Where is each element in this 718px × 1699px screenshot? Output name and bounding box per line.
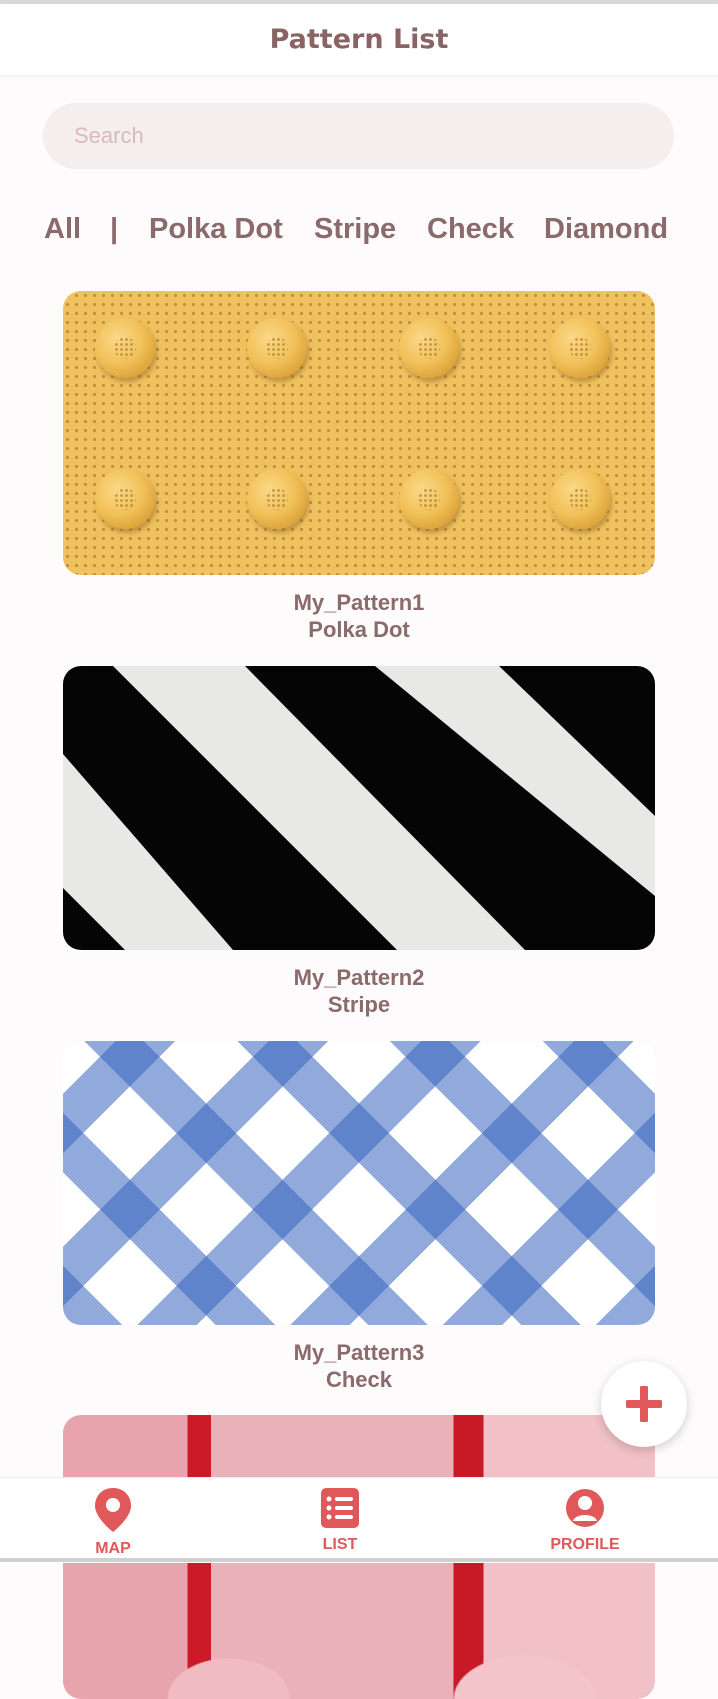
pattern-name: My_Pattern3 bbox=[293, 1340, 425, 1365]
tab-profile[interactable]: PROFILE bbox=[525, 1486, 645, 1563]
pattern-type: Check bbox=[325, 1367, 393, 1392]
search-input[interactable] bbox=[72, 122, 674, 150]
tab-map-label: MAP bbox=[95, 1540, 131, 1557]
pattern-type: Polka Dot bbox=[308, 617, 410, 642]
pattern-image-stripe[interactable] bbox=[63, 666, 655, 950]
add-pattern-button[interactable] bbox=[601, 1361, 687, 1447]
bottom-tab-bar: MAP LIST PROFILE bbox=[0, 1477, 718, 1563]
dot-bump bbox=[247, 318, 307, 378]
search-bar[interactable] bbox=[43, 103, 674, 169]
filter-polka-dot[interactable]: Polka Dot bbox=[149, 209, 283, 249]
pattern-card[interactable]: My_Pattern3 Check bbox=[63, 1041, 655, 1393]
dot-bump bbox=[95, 469, 155, 529]
filter-diamond[interactable]: Diamond bbox=[544, 209, 668, 249]
window-bottom-border bbox=[0, 1558, 718, 1562]
tab-map[interactable]: MAP bbox=[53, 1486, 173, 1563]
tab-list-label: LIST bbox=[322, 1536, 358, 1553]
category-filter-bar: All | Polka Dot Stripe Check Diamond bbox=[44, 209, 684, 251]
pattern-card[interactable]: My_Pattern1 Polka Dot bbox=[63, 291, 655, 643]
pattern-card[interactable]: My_Pattern2 Stripe bbox=[63, 666, 655, 1018]
list-icon bbox=[321, 1488, 359, 1528]
pattern-name: My_Pattern2 bbox=[293, 965, 425, 990]
pattern-image-polka-dot[interactable] bbox=[63, 291, 655, 575]
map-pin-icon bbox=[95, 1488, 131, 1532]
dot-bump bbox=[550, 318, 610, 378]
pattern-image-check[interactable] bbox=[63, 1041, 655, 1325]
dot-bump bbox=[399, 469, 459, 529]
pattern-name: My_Pattern1 bbox=[293, 590, 425, 615]
dot-bump bbox=[550, 469, 610, 529]
filter-check[interactable]: Check bbox=[427, 209, 514, 249]
tab-list[interactable]: LIST bbox=[280, 1486, 400, 1563]
plus-icon bbox=[626, 1386, 662, 1422]
filter-stripe[interactable]: Stripe bbox=[314, 209, 396, 249]
filter-all[interactable]: All bbox=[44, 209, 81, 249]
page-title: Pattern List bbox=[269, 24, 449, 55]
dot-bump bbox=[399, 318, 459, 378]
stripe-graphic bbox=[63, 666, 655, 950]
dot-bump bbox=[247, 469, 307, 529]
filter-divider: | bbox=[110, 213, 119, 245]
profile-icon bbox=[566, 1489, 604, 1527]
dot-bump bbox=[95, 318, 155, 378]
app-header: Pattern List bbox=[0, 4, 718, 75]
tab-profile-label: PROFILE bbox=[550, 1536, 620, 1553]
pattern-type: Stripe bbox=[327, 992, 391, 1017]
